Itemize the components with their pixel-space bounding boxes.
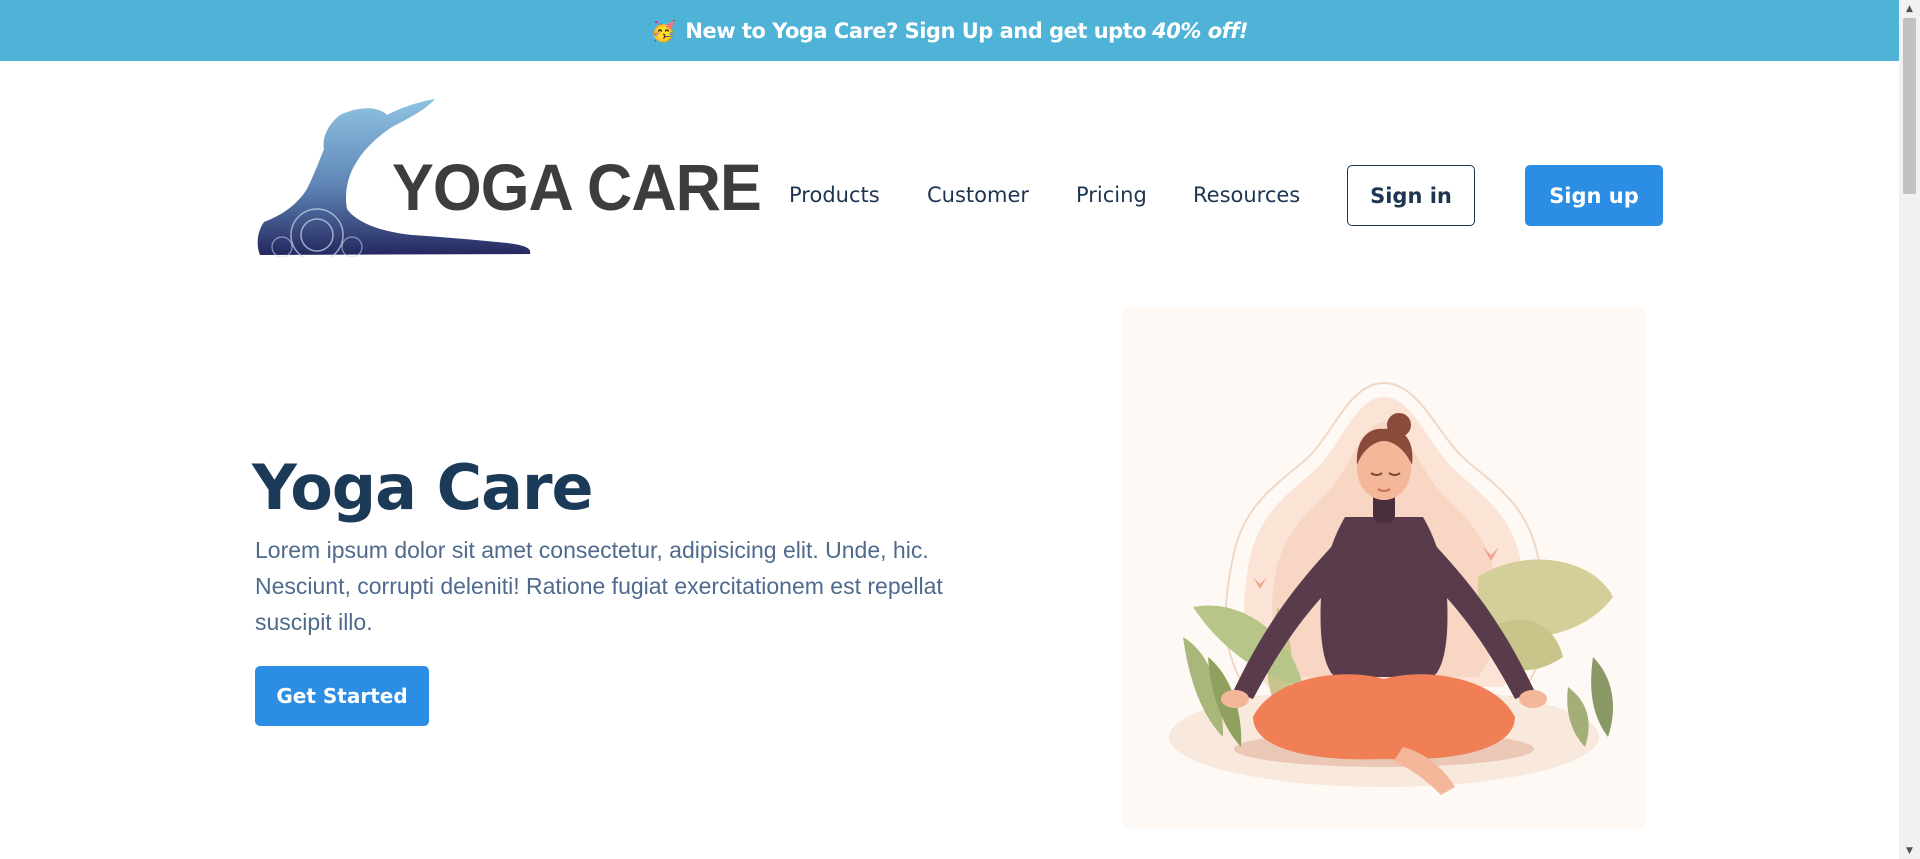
page-scrollbar[interactable]: ▲ ▼ — [1899, 0, 1920, 859]
nav-item-products[interactable]: Products — [789, 183, 880, 207]
nav-item-pricing[interactable]: Pricing — [1076, 183, 1147, 207]
hero-description: Lorem ipsum dolor sit amet consectetur, … — [255, 537, 943, 635]
nav-item-resources[interactable]: Resources — [1193, 183, 1300, 207]
promo-banner-offer: 40% off! — [1152, 18, 1248, 43]
scrollbar-thumb[interactable] — [1903, 18, 1916, 194]
sign-in-button[interactable]: Sign in — [1347, 165, 1475, 226]
get-started-button[interactable]: Get Started — [255, 666, 429, 726]
logo[interactable]: YOGA CARE — [252, 97, 762, 257]
sign-up-button[interactable]: Sign up — [1525, 165, 1663, 226]
party-face-icon: 🥳 — [650, 18, 676, 43]
meditating-woman-illustration — [1169, 381, 1613, 795]
logo-wordmark: YOGA CARE — [392, 150, 762, 224]
promo-banner: 🥳 New to Yoga Care? Sign Up and get upto… — [0, 0, 1899, 61]
nav-item-customer[interactable]: Customer — [927, 183, 1029, 207]
scroll-up-arrow-icon[interactable]: ▲ — [1899, 0, 1920, 17]
hero-title: Yoga Care — [252, 451, 594, 524]
promo-banner-text: New to Yoga Care? Sign Up and get upto — [685, 18, 1147, 43]
scroll-down-arrow-icon[interactable]: ▼ — [1899, 842, 1920, 859]
hero-illustration — [1123, 307, 1645, 828]
